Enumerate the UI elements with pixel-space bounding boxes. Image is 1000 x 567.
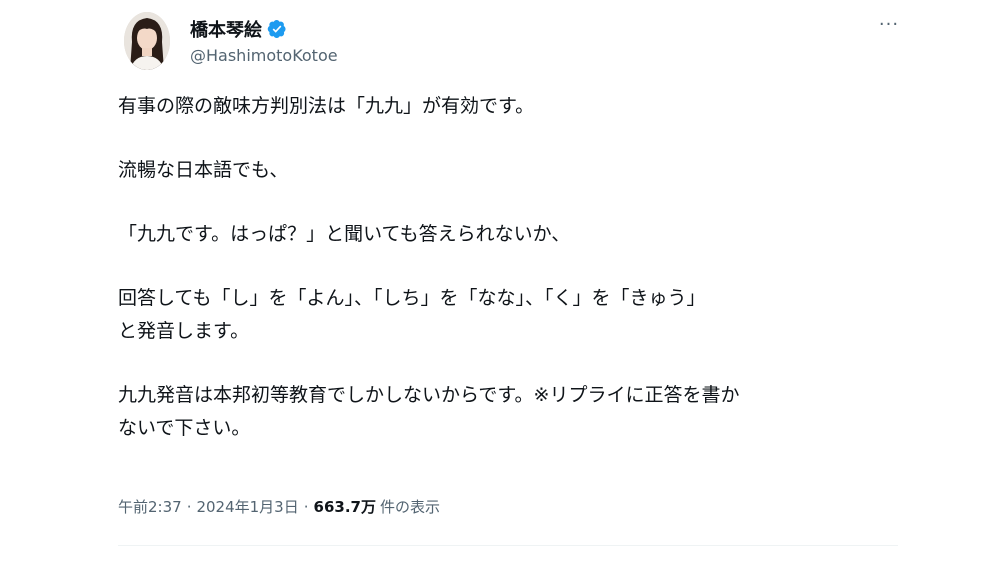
avatar-image [124,12,170,70]
tweet-paragraph: 流暢な日本語でも、 [118,159,289,181]
tweet-card: 橋本琴絵 @HashimotoKotoe ··· 有事の際の敵味方判別法は「九九… [0,0,1000,567]
tweet-paragraph: 有事の際の敵味方判別法は「九九」が有効です。 [118,95,535,117]
tweet-meta: 午前2:37 · 2024年1月3日 · 663.7万 件の表示 [118,496,440,517]
verified-badge-icon [267,19,287,39]
tweet-paragraph: 「九九です。はっぱ？」と聞いても答えられないか、 [118,223,571,245]
avatar[interactable] [124,12,170,70]
user-handle[interactable]: @HashimotoKotoe [190,46,338,65]
meta-separator: · [303,497,309,516]
tweet-date[interactable]: 2024年1月3日 [196,496,298,517]
tweet-paragraph: 九九発音は本邦初等教育でしかしないからです。※リプライに正答を書か ないで下さい… [118,384,740,439]
display-name-row: 橋本琴絵 [190,16,338,42]
views-count: 663.7万 [313,498,376,516]
views-label: 件の表示 [379,498,440,516]
tweet-text: 有事の際の敵味方判別法は「九九」が有効です。 流暢な日本語でも、 「九九です。は… [118,90,918,476]
display-name[interactable]: 橋本琴絵 [190,16,262,42]
user-info: 橋本琴絵 @HashimotoKotoe [190,16,338,65]
tweet-time[interactable]: 午前2:37 [118,496,182,517]
tweet-header: 橋本琴絵 @HashimotoKotoe ··· [124,12,904,72]
more-options-icon[interactable]: ··· [874,16,904,40]
tweet-paragraph: 回答しても「し」を「よん」、「しち」を「なな」、「く」を「きゅう」 と発音します… [118,287,706,342]
meta-separator: · [186,497,192,516]
divider [118,545,898,546]
